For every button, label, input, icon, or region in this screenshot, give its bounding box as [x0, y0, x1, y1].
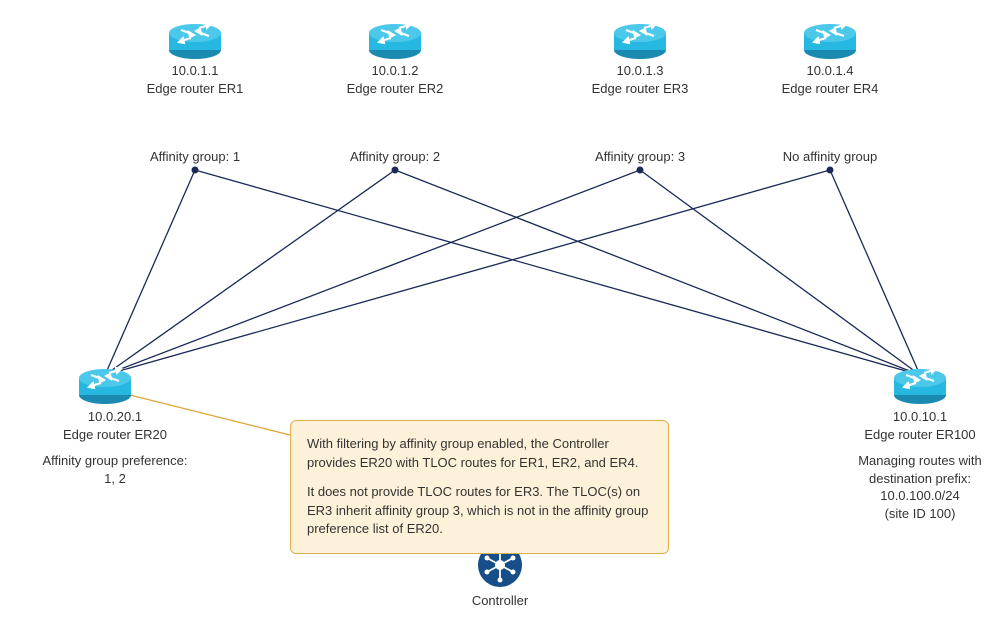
callout-p2: It does not provide TLOC routes for ER3.… [307, 483, 652, 540]
links-er20 [105, 170, 830, 375]
er2-affinity: Affinity group: 2 [330, 148, 460, 166]
er4-affinity: No affinity group [765, 148, 895, 166]
er20-label: 10.0.20.1 Edge router ER20 [35, 408, 195, 443]
er1-label: 10.0.1.1 Edge router ER1 [135, 62, 255, 97]
er100-label: 10.0.10.1 Edge router ER100 [850, 408, 990, 443]
callout-box: With filtering by affinity group enabled… [290, 420, 669, 554]
er20-pref: Affinity group preference: 1, 2 [25, 452, 205, 487]
links-er100 [195, 170, 920, 375]
router-icon [369, 23, 421, 59]
affinity-points [192, 167, 834, 174]
router-icon [79, 368, 131, 404]
er3-label: 10.0.1.3 Edge router ER3 [580, 62, 700, 97]
er3-affinity: Affinity group: 3 [575, 148, 705, 166]
router-icon [804, 23, 856, 59]
er2-label: 10.0.1.2 Edge router ER2 [335, 62, 455, 97]
er100-routes: Managing routes with destination prefix:… [840, 452, 1000, 522]
controller-label: Controller [450, 592, 550, 610]
router-icon [614, 23, 666, 59]
router-icon [894, 368, 946, 404]
er4-label: 10.0.1.4 Edge router ER4 [770, 62, 890, 97]
er1-affinity: Affinity group: 1 [130, 148, 260, 166]
router-icon [169, 23, 221, 59]
callout-p1: With filtering by affinity group enabled… [307, 435, 652, 473]
